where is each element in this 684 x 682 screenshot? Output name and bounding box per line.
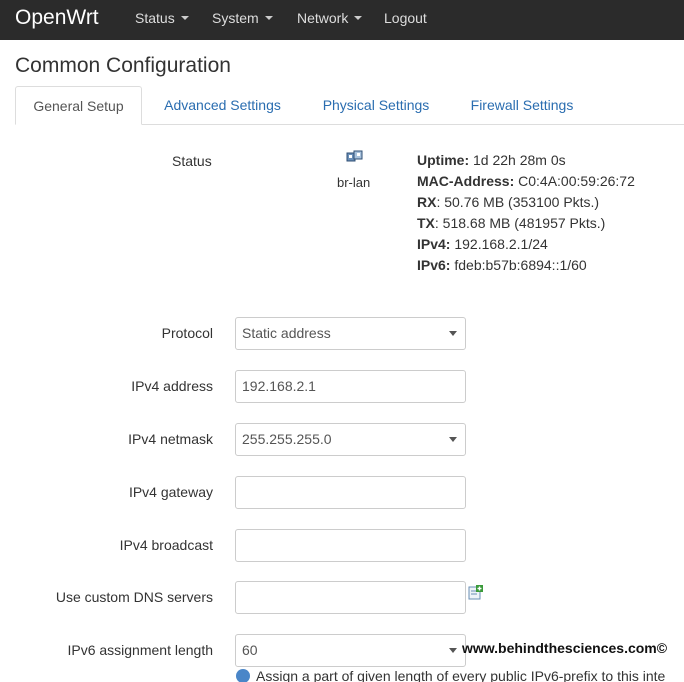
nav-network-menu[interactable]: Network (297, 10, 363, 26)
ipv6-assignment-label: IPv6 assignment length (67, 642, 213, 658)
ipv4-gateway-label: IPv4 gateway (128, 484, 213, 500)
page-title: Common Configuration (15, 54, 231, 77)
mac-value: C0:4A:00:59:26:72 (518, 173, 635, 189)
interface-name: br-lan (337, 175, 371, 190)
tab-general-setup[interactable]: General Setup (15, 86, 142, 125)
nav-network-label: Network (297, 10, 349, 26)
nav-status-label: Status (135, 10, 175, 26)
dropdown-arrow-icon (449, 437, 457, 442)
protocol-select[interactable]: Static address (235, 317, 466, 350)
rx-value: : 50.76 MB (353100 Pkts.) (436, 194, 600, 210)
ipv6-label: IPv6: (417, 257, 451, 273)
ipv4-value: 192.168.2.1/24 (454, 236, 548, 252)
tx-value: : 518.68 MB (481957 Pkts.) (434, 215, 606, 231)
caret-down-icon (264, 16, 273, 20)
custom-dns-input[interactable] (235, 581, 466, 614)
watermark-text: www.behindthesciences.com© (462, 640, 668, 656)
tx-label: TX (417, 215, 435, 231)
ipv6-value: fdeb:b57b:6894::1/60 (454, 257, 587, 273)
interface-status-info: Uptime: 1d 22h 28m 0s MAC-Address: C0:4A… (417, 150, 635, 276)
dropdown-arrow-icon (449, 331, 457, 336)
nav-system-label: System (212, 10, 259, 26)
caret-down-icon (354, 16, 363, 20)
custom-dns-label: Use custom DNS servers (55, 589, 213, 605)
ipv4-broadcast-label: IPv4 broadcast (119, 537, 213, 553)
add-entry-icon[interactable] (467, 585, 483, 601)
protocol-label: Protocol (161, 325, 213, 341)
tab-advanced-settings[interactable]: Advanced Settings (150, 86, 295, 125)
ipv4-broadcast-input[interactable] (235, 529, 466, 562)
ipv6-row: IPv6: fdeb:b57b:6894::1/60 (417, 255, 635, 276)
ipv4-label: IPv4: (417, 236, 451, 252)
nav-logout-link[interactable]: Logout (384, 10, 427, 26)
ipv6-assignment-help: Assign a part of given length of every p… (236, 668, 665, 682)
ipv4-address-input[interactable]: 192.168.2.1 (235, 370, 466, 403)
status-label: Status (172, 153, 212, 169)
tx-row: TX: 518.68 MB (481957 Pkts.) (417, 213, 635, 234)
rx-row: RX: 50.76 MB (353100 Pkts.) (417, 192, 635, 213)
dropdown-arrow-icon (449, 648, 457, 653)
mac-row: MAC-Address: C0:4A:00:59:26:72 (417, 171, 635, 192)
ipv4-netmask-label: IPv4 netmask (128, 431, 213, 447)
network-interface-icon (346, 150, 363, 162)
ipv4-address-label: IPv4 address (131, 378, 213, 394)
brand-logo[interactable]: OpenWrt (15, 5, 99, 31)
info-icon (236, 669, 250, 682)
ipv4-netmask-value: 255.255.255.0 (242, 431, 332, 447)
top-navbar: OpenWrt Status System Network Logout (0, 0, 684, 40)
ipv4-row: IPv4: 192.168.2.1/24 (417, 234, 635, 255)
nav-status-menu[interactable]: Status (135, 10, 189, 26)
protocol-selected-value: Static address (242, 325, 331, 341)
caret-down-icon (180, 16, 189, 20)
ipv4-gateway-input[interactable] (235, 476, 466, 509)
ipv6-assignment-value: 60 (242, 642, 258, 658)
nav-system-menu[interactable]: System (212, 10, 273, 26)
ipv6-assignment-help-text: Assign a part of given length of every p… (256, 668, 666, 682)
mac-label: MAC-Address: (417, 173, 515, 189)
tab-physical-settings[interactable]: Physical Settings (308, 86, 444, 125)
tab-firewall-settings[interactable]: Firewall Settings (458, 86, 586, 125)
ipv4-netmask-select[interactable]: 255.255.255.0 (235, 423, 466, 456)
uptime-label: Uptime: (417, 152, 470, 168)
uptime-value: 1d 22h 28m 0s (473, 152, 566, 168)
uptime-row: Uptime: 1d 22h 28m 0s (417, 150, 635, 171)
rx-label: RX (417, 194, 437, 210)
ipv6-assignment-select[interactable]: 60 (235, 634, 466, 667)
